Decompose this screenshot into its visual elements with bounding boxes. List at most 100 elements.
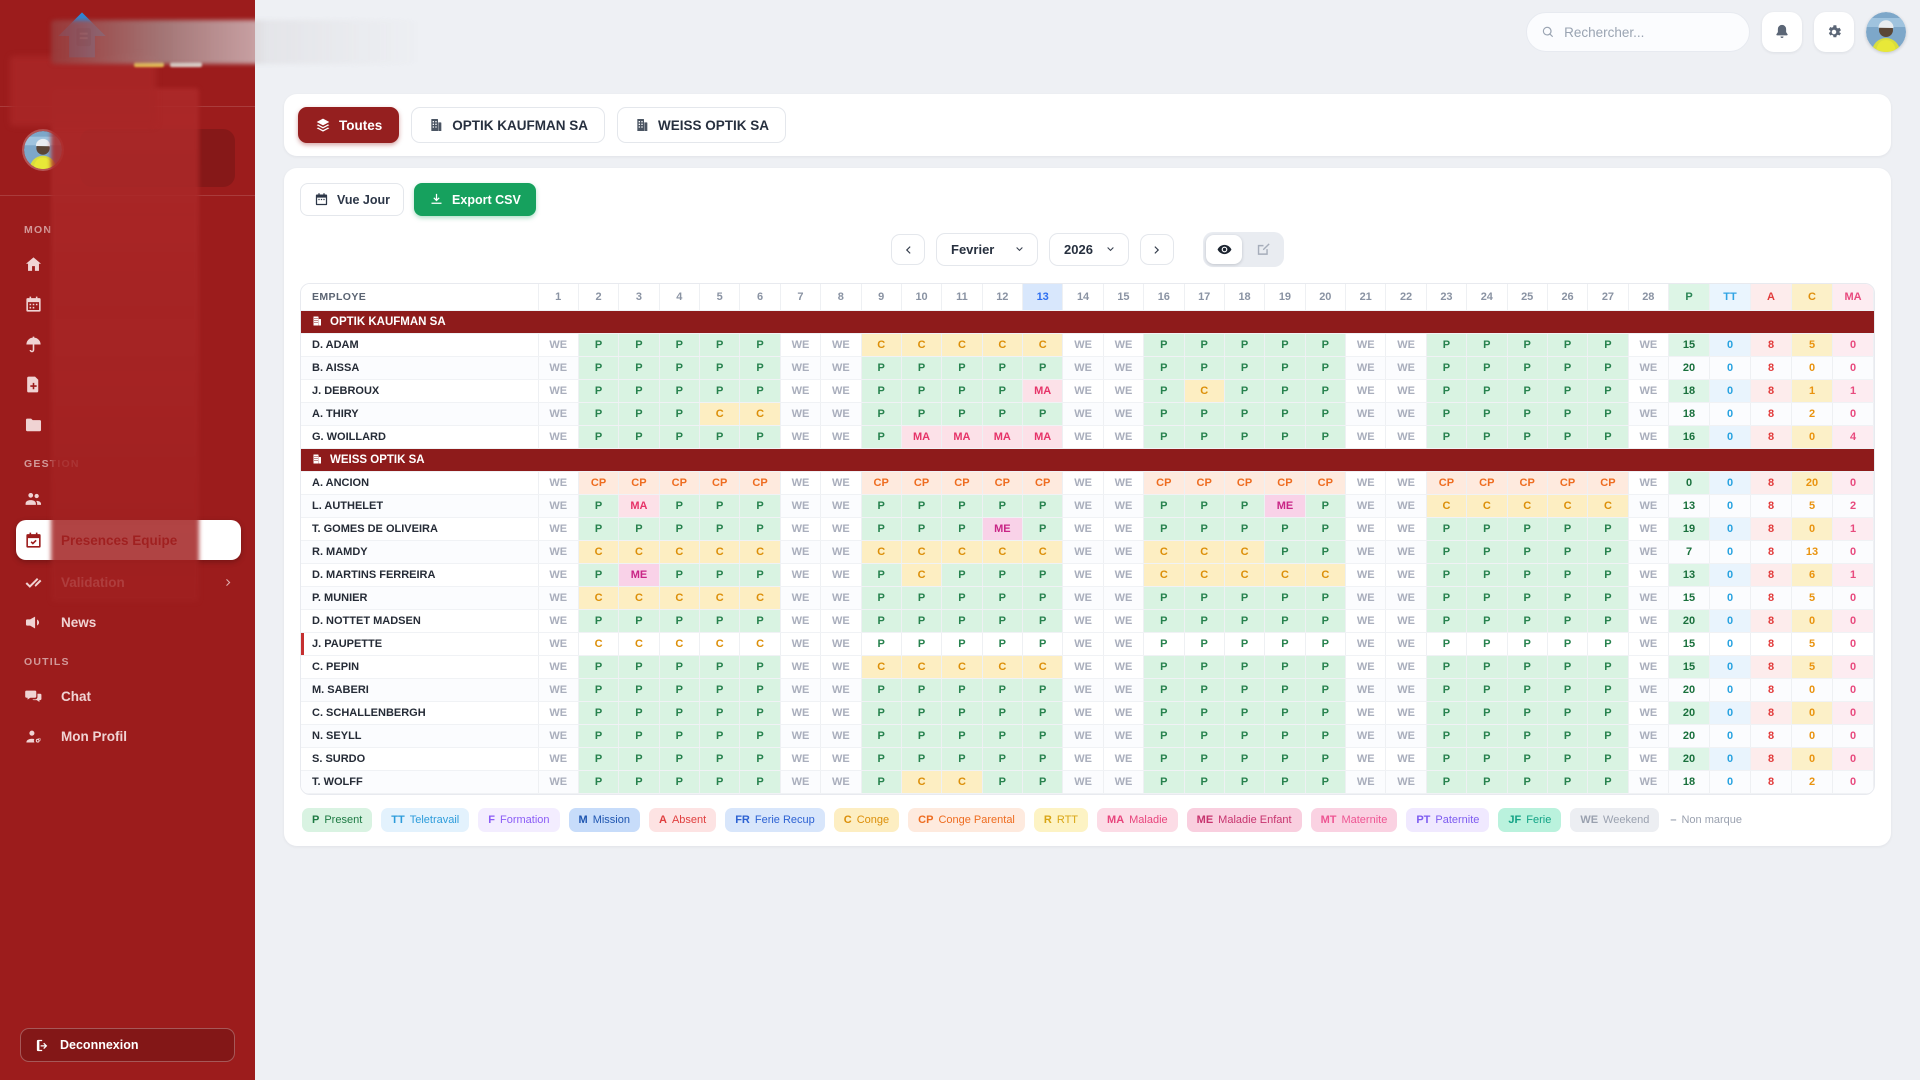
day-cell[interactable]: C (619, 586, 659, 609)
day-cell[interactable]: P (942, 379, 982, 402)
day-cell[interactable]: P (619, 402, 659, 425)
day-cell[interactable]: WE (821, 724, 861, 747)
day-cell[interactable]: P (1588, 632, 1628, 655)
day-cell[interactable]: C (982, 655, 1022, 678)
day-cell[interactable]: WE (1346, 747, 1386, 770)
day-cell[interactable]: P (1265, 540, 1305, 563)
day-cell[interactable]: P (1305, 747, 1345, 770)
day-cell[interactable]: CP (619, 471, 659, 494)
day-cell[interactable]: P (1426, 632, 1466, 655)
day-cell[interactable]: P (861, 724, 901, 747)
day-cell[interactable]: P (740, 655, 780, 678)
day-cell[interactable]: WE (1628, 655, 1668, 678)
day-cell[interactable]: P (1023, 770, 1063, 793)
day-cell[interactable]: C (861, 655, 901, 678)
day-cell[interactable]: P (1507, 402, 1547, 425)
day-cell[interactable]: P (1305, 678, 1345, 701)
day-cell[interactable]: WE (780, 586, 820, 609)
day-cell[interactable]: P (578, 678, 618, 701)
day-cell[interactable]: WE (1628, 678, 1668, 701)
day-cell[interactable]: P (1144, 517, 1184, 540)
day-cell[interactable]: WE (538, 724, 578, 747)
day-cell[interactable]: WE (1346, 586, 1386, 609)
day-cell[interactable]: C (619, 632, 659, 655)
day-cell[interactable]: WE (1628, 747, 1668, 770)
day-cell[interactable]: P (578, 609, 618, 632)
day-cell[interactable]: P (942, 609, 982, 632)
day-cell[interactable]: WE (780, 655, 820, 678)
day-cell[interactable]: P (1426, 701, 1466, 724)
day-cell[interactable]: WE (780, 425, 820, 448)
day-cell[interactable]: P (1305, 540, 1345, 563)
day-cell[interactable]: P (659, 425, 699, 448)
day-cell[interactable]: P (1265, 655, 1305, 678)
day-cell[interactable]: P (1588, 540, 1628, 563)
day-cell[interactable]: C (942, 540, 982, 563)
day-cell[interactable]: CP (1588, 471, 1628, 494)
tab-optik-kaufman[interactable]: OPTIK KAUFMAN SA (411, 107, 605, 143)
day-cell[interactable]: P (1184, 655, 1224, 678)
day-cell[interactable]: P (861, 563, 901, 586)
day-cell[interactable]: P (659, 770, 699, 793)
day-cell[interactable]: P (1588, 770, 1628, 793)
day-cell[interactable]: WE (780, 471, 820, 494)
day-cell[interactable]: P (1547, 402, 1587, 425)
day-cell[interactable]: WE (1346, 655, 1386, 678)
day-cell[interactable]: WE (821, 356, 861, 379)
day-cell[interactable]: C (1305, 563, 1345, 586)
day-cell[interactable]: P (861, 586, 901, 609)
day-cell[interactable]: WE (538, 632, 578, 655)
day-cell[interactable]: P (1467, 586, 1507, 609)
day-cell[interactable]: WE (538, 540, 578, 563)
day-cell[interactable]: P (578, 379, 618, 402)
day-cell[interactable]: WE (1386, 517, 1426, 540)
day-cell[interactable]: CP (1144, 471, 1184, 494)
day-cell[interactable]: P (619, 747, 659, 770)
day-cell[interactable]: WE (1063, 425, 1103, 448)
tab-toutes[interactable]: Toutes (298, 107, 399, 143)
day-cell[interactable]: P (982, 632, 1022, 655)
day-cell[interactable]: P (1547, 655, 1587, 678)
day-cell[interactable]: P (578, 563, 618, 586)
next-month-button[interactable] (1140, 234, 1174, 265)
day-cell[interactable]: P (1426, 379, 1466, 402)
day-cell[interactable]: P (659, 494, 699, 517)
day-cell[interactable]: P (1023, 356, 1063, 379)
day-cell[interactable]: P (1023, 494, 1063, 517)
day-cell[interactable]: P (659, 747, 699, 770)
day-cell[interactable]: P (982, 724, 1022, 747)
day-cell[interactable]: P (1588, 402, 1628, 425)
day-cell[interactable]: P (942, 517, 982, 540)
day-cell[interactable]: P (1507, 655, 1547, 678)
day-cell[interactable]: WE (1346, 609, 1386, 632)
day-cell[interactable]: C (1144, 563, 1184, 586)
day-cell[interactable]: ME (982, 517, 1022, 540)
day-cell[interactable]: P (942, 701, 982, 724)
day-cell[interactable]: P (861, 632, 901, 655)
day-cell[interactable]: WE (1103, 471, 1143, 494)
day-cell[interactable]: P (861, 402, 901, 425)
day-cell[interactable]: C (578, 586, 618, 609)
day-cell[interactable]: WE (538, 701, 578, 724)
day-cell[interactable]: P (578, 494, 618, 517)
day-cell[interactable]: P (1224, 333, 1264, 356)
day-cell[interactable]: WE (1103, 540, 1143, 563)
day-cell[interactable]: CP (1547, 471, 1587, 494)
day-cell[interactable]: WE (538, 356, 578, 379)
day-cell[interactable]: P (1305, 609, 1345, 632)
day-cell[interactable]: P (1144, 747, 1184, 770)
day-cell[interactable]: MA (1023, 425, 1063, 448)
day-cell[interactable]: P (659, 563, 699, 586)
day-cell[interactable]: P (578, 402, 618, 425)
day-cell[interactable]: P (901, 609, 941, 632)
day-cell[interactable]: P (1426, 356, 1466, 379)
day-cell[interactable]: P (1305, 770, 1345, 793)
day-cell[interactable]: WE (1103, 379, 1143, 402)
day-cell[interactable]: C (1507, 494, 1547, 517)
day-cell[interactable]: P (982, 586, 1022, 609)
day-cell[interactable]: P (659, 356, 699, 379)
day-cell[interactable]: WE (1063, 517, 1103, 540)
day-cell[interactable]: WE (1103, 494, 1143, 517)
day-cell[interactable]: P (1265, 517, 1305, 540)
day-cell[interactable]: P (1467, 356, 1507, 379)
